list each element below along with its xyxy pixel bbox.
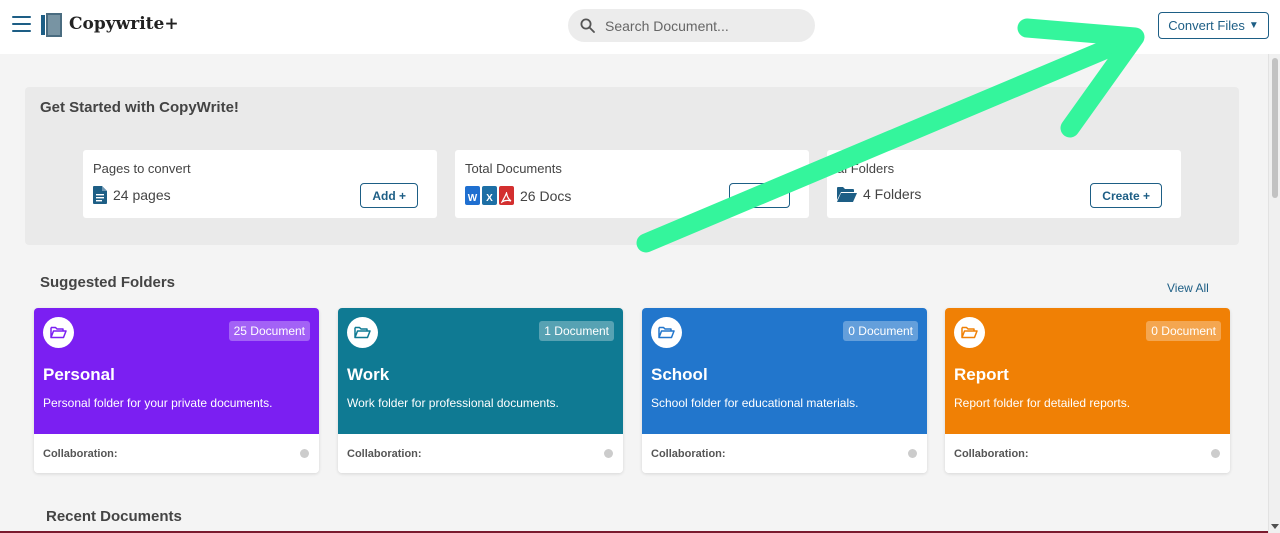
get-started-panel: Get Started with CopyWrite! Pages to con…	[25, 87, 1239, 245]
word-file-icon: W	[465, 186, 480, 205]
folder-description: Report folder for detailed reports.	[954, 396, 1131, 410]
folder-name: School	[651, 365, 708, 384]
collaboration-label: Collaboration:	[43, 448, 118, 460]
top-bar: Copywrite+ Convert Files ▼	[0, 0, 1280, 54]
documents-action-button[interactable]	[729, 183, 790, 208]
folder-card-report[interactable]: 0 Document Report Report folder for deta…	[945, 308, 1230, 473]
folder-name: Personal	[43, 365, 115, 384]
folder-card-footer: Collaboration:	[642, 434, 927, 473]
pdf-file-icon	[499, 186, 514, 205]
document-count-badge: 25 Document	[228, 321, 310, 341]
documents-count: 26 Docs	[520, 187, 572, 204]
create-folder-button[interactable]: Create +	[1090, 183, 1162, 208]
total-folders-card: al Folders 4 Folders Create +	[827, 150, 1181, 218]
folder-icon	[347, 317, 378, 348]
status-dot	[1211, 449, 1220, 458]
stat-title: Pages to convert	[93, 161, 191, 176]
folder-icon	[43, 317, 74, 348]
collaboration-label: Collaboration:	[651, 448, 726, 460]
folder-open-icon	[837, 186, 857, 202]
folder-icon	[651, 317, 682, 348]
file-type-badges: W X	[465, 186, 514, 205]
collaboration-label: Collaboration:	[954, 448, 1029, 460]
stat-title: al Folders	[837, 161, 895, 176]
collaboration-label: Collaboration:	[347, 448, 422, 460]
folder-card-header: 0 Document School School folder for educ…	[642, 308, 927, 434]
logo-icon	[41, 12, 63, 42]
folders-count: 4 Folders	[863, 186, 922, 202]
status-dot	[604, 449, 613, 458]
folder-card-personal[interactable]: 25 Document Personal Personal folder for…	[34, 308, 319, 473]
stat-value: W X 26 Docs	[465, 186, 571, 205]
caret-down-icon: ▼	[1248, 20, 1259, 31]
convert-files-label: Convert Files	[1168, 18, 1245, 33]
folder-card-header: 0 Document Report Report folder for deta…	[945, 308, 1230, 434]
add-pages-button[interactable]: Add +	[360, 183, 418, 208]
document-count-badge: 0 Document	[1146, 321, 1221, 341]
document-icon	[93, 186, 107, 204]
recent-documents-title: Recent Documents	[46, 508, 182, 525]
folder-card-work[interactable]: 1 Document Work Work folder for professi…	[338, 308, 623, 473]
get-started-title: Get Started with CopyWrite!	[40, 99, 239, 116]
view-all-link[interactable]: View All	[1167, 281, 1209, 295]
search-bar[interactable]	[568, 9, 815, 42]
scrollbar-thumb[interactable]	[1272, 58, 1278, 198]
document-count-badge: 0 Document	[843, 321, 918, 341]
folder-description: Work folder for professional documents.	[347, 396, 559, 410]
search-icon	[580, 18, 595, 33]
total-documents-card: Total Documents W X 26 Docs	[455, 150, 809, 218]
status-dot	[300, 449, 309, 458]
scroll-down-arrow-icon[interactable]	[1271, 524, 1279, 529]
folder-card-header: 1 Document Work Work folder for professi…	[338, 308, 623, 434]
folder-card-footer: Collaboration:	[34, 434, 319, 473]
pages-to-convert-card: Pages to convert 24 pages Add +	[83, 150, 437, 218]
excel-file-icon: X	[482, 186, 497, 205]
search-input[interactable]	[605, 15, 800, 37]
folder-name: Report	[954, 365, 1009, 384]
folder-card-footer: Collaboration:	[338, 434, 623, 473]
folder-name: Work	[347, 365, 390, 384]
folder-description: School folder for educational materials.	[651, 396, 859, 410]
pages-count: 24 pages	[113, 187, 171, 203]
stat-value: 4 Folders	[837, 186, 921, 202]
hamburger-menu-icon[interactable]	[12, 16, 31, 34]
folder-icon	[954, 317, 985, 348]
brand-name[interactable]: Copywrite+	[69, 14, 179, 34]
status-dot	[908, 449, 917, 458]
stat-title: Total Documents	[465, 161, 562, 176]
folder-card-header: 25 Document Personal Personal folder for…	[34, 308, 319, 434]
suggested-folders-title: Suggested Folders	[40, 274, 176, 291]
convert-files-button[interactable]: Convert Files ▼	[1158, 12, 1269, 39]
folder-card-footer: Collaboration:	[945, 434, 1230, 473]
document-count-badge: 1 Document	[539, 321, 614, 341]
stat-value: 24 pages	[93, 186, 171, 204]
vertical-scrollbar[interactable]	[1268, 54, 1280, 533]
folder-description: Personal folder for your private documen…	[43, 396, 273, 410]
folder-card-school[interactable]: 0 Document School School folder for educ…	[642, 308, 927, 473]
